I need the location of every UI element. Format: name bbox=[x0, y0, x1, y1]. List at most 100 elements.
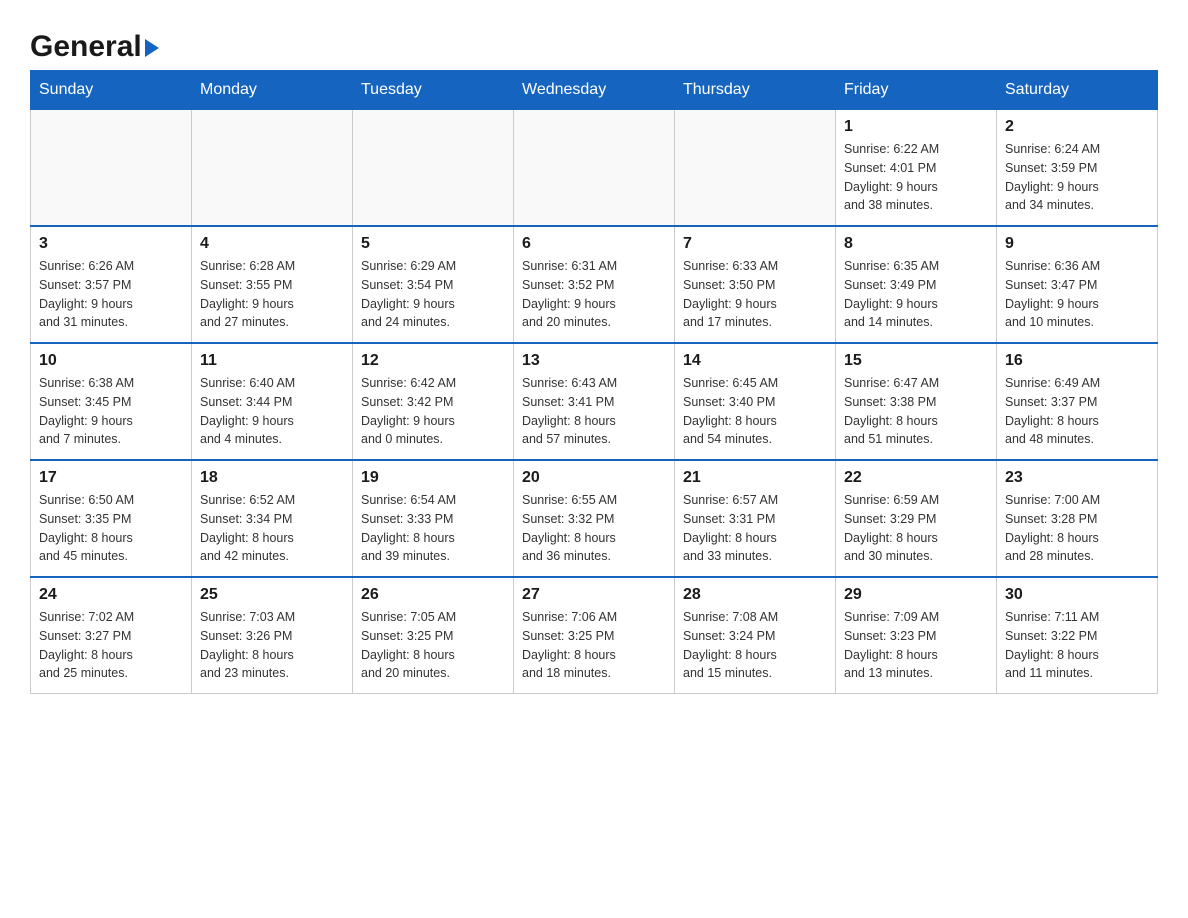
weekday-header-row: SundayMondayTuesdayWednesdayThursdayFrid… bbox=[31, 71, 1158, 110]
calendar-cell: 1 Sunrise: 6:22 AMSunset: 4:01 PMDaylight… bbox=[836, 110, 997, 227]
day-number: 9 bbox=[1005, 235, 1149, 253]
day-info: Sunrise: 7:02 AMSunset: 3:27 PMDaylight:… bbox=[39, 608, 183, 683]
day-number: 2 bbox=[1005, 118, 1149, 136]
day-info: Sunrise: 6:55 AMSunset: 3:32 PMDaylight:… bbox=[522, 491, 666, 566]
day-number: 19 bbox=[361, 469, 505, 487]
day-number: 15 bbox=[844, 352, 988, 370]
calendar-cell: 11 Sunrise: 6:40 AMSunset: 3:44 PMDayligh… bbox=[192, 343, 353, 460]
calendar-cell: 28 Sunrise: 7:08 AMSunset: 3:24 PMDayligh… bbox=[675, 577, 836, 694]
day-info: Sunrise: 7:03 AMSunset: 3:26 PMDaylight:… bbox=[200, 608, 344, 683]
day-info: Sunrise: 6:43 AMSunset: 3:41 PMDaylight:… bbox=[522, 374, 666, 449]
day-info: Sunrise: 6:26 AMSunset: 3:57 PMDaylight:… bbox=[39, 257, 183, 332]
calendar-cell: 14 Sunrise: 6:45 AMSunset: 3:40 PMDayligh… bbox=[675, 343, 836, 460]
day-info: Sunrise: 6:29 AMSunset: 3:54 PMDaylight:… bbox=[361, 257, 505, 332]
day-info: Sunrise: 6:57 AMSunset: 3:31 PMDaylight:… bbox=[683, 491, 827, 566]
calendar-cell: 16 Sunrise: 6:49 AMSunset: 3:37 PMDayligh… bbox=[997, 343, 1158, 460]
calendar-cell bbox=[514, 110, 675, 227]
day-info: Sunrise: 6:42 AMSunset: 3:42 PMDaylight:… bbox=[361, 374, 505, 449]
day-info: Sunrise: 6:33 AMSunset: 3:50 PMDaylight:… bbox=[683, 257, 827, 332]
day-info: Sunrise: 6:52 AMSunset: 3:34 PMDaylight:… bbox=[200, 491, 344, 566]
logo: General bbox=[30, 20, 159, 60]
day-info: Sunrise: 6:31 AMSunset: 3:52 PMDaylight:… bbox=[522, 257, 666, 332]
day-number: 25 bbox=[200, 586, 344, 604]
day-info: Sunrise: 6:49 AMSunset: 3:37 PMDaylight:… bbox=[1005, 374, 1149, 449]
day-number: 8 bbox=[844, 235, 988, 253]
weekday-header-tuesday: Tuesday bbox=[353, 71, 514, 110]
day-info: Sunrise: 6:50 AMSunset: 3:35 PMDaylight:… bbox=[39, 491, 183, 566]
calendar-cell: 2 Sunrise: 6:24 AMSunset: 3:59 PMDaylight… bbox=[997, 110, 1158, 227]
day-info: Sunrise: 7:00 AMSunset: 3:28 PMDaylight:… bbox=[1005, 491, 1149, 566]
day-number: 7 bbox=[683, 235, 827, 253]
day-number: 30 bbox=[1005, 586, 1149, 604]
calendar-cell: 13 Sunrise: 6:43 AMSunset: 3:41 PMDayligh… bbox=[514, 343, 675, 460]
day-number: 22 bbox=[844, 469, 988, 487]
day-number: 20 bbox=[522, 469, 666, 487]
day-number: 13 bbox=[522, 352, 666, 370]
calendar-cell bbox=[675, 110, 836, 227]
day-number: 23 bbox=[1005, 469, 1149, 487]
day-number: 17 bbox=[39, 469, 183, 487]
day-number: 10 bbox=[39, 352, 183, 370]
day-info: Sunrise: 7:11 AMSunset: 3:22 PMDaylight:… bbox=[1005, 608, 1149, 683]
calendar-cell: 10Sunrise: 6:38 AMSunset: 3:45 PMDayligh… bbox=[31, 343, 192, 460]
calendar-cell: 17 Sunrise: 6:50 AMSunset: 3:35 PMDayligh… bbox=[31, 460, 192, 577]
calendar-cell: 26 Sunrise: 7:05 AMSunset: 3:25 PMDayligh… bbox=[353, 577, 514, 694]
calendar-cell bbox=[353, 110, 514, 227]
weekday-header-monday: Monday bbox=[192, 71, 353, 110]
day-number: 24 bbox=[39, 586, 183, 604]
day-number: 26 bbox=[361, 586, 505, 604]
calendar-cell: 18Sunrise: 6:52 AMSunset: 3:34 PMDayligh… bbox=[192, 460, 353, 577]
calendar-cell: 20 Sunrise: 6:55 AMSunset: 3:32 PMDayligh… bbox=[514, 460, 675, 577]
day-number: 27 bbox=[522, 586, 666, 604]
calendar-cell: 7 Sunrise: 6:33 AMSunset: 3:50 PMDaylight… bbox=[675, 226, 836, 343]
weekday-header-friday: Friday bbox=[836, 71, 997, 110]
calendar-cell: 15 Sunrise: 6:47 AMSunset: 3:38 PMDayligh… bbox=[836, 343, 997, 460]
calendar-cell: 25 Sunrise: 7:03 AMSunset: 3:26 PMDayligh… bbox=[192, 577, 353, 694]
day-info: Sunrise: 6:59 AMSunset: 3:29 PMDaylight:… bbox=[844, 491, 988, 566]
calendar-cell bbox=[31, 110, 192, 227]
day-number: 29 bbox=[844, 586, 988, 604]
calendar-cell: 12 Sunrise: 6:42 AMSunset: 3:42 PMDayligh… bbox=[353, 343, 514, 460]
day-info: Sunrise: 6:22 AMSunset: 4:01 PMDaylight:… bbox=[844, 140, 988, 215]
day-info: Sunrise: 7:05 AMSunset: 3:25 PMDaylight:… bbox=[361, 608, 505, 683]
day-info: Sunrise: 6:28 AMSunset: 3:55 PMDaylight:… bbox=[200, 257, 344, 332]
calendar-week-row: 17 Sunrise: 6:50 AMSunset: 3:35 PMDayligh… bbox=[31, 460, 1158, 577]
calendar-week-row: 24 Sunrise: 7:02 AMSunset: 3:27 PMDayligh… bbox=[31, 577, 1158, 694]
weekday-header-wednesday: Wednesday bbox=[514, 71, 675, 110]
logo-triangle-icon bbox=[145, 39, 159, 57]
weekday-header-thursday: Thursday bbox=[675, 71, 836, 110]
weekday-header-sunday: Sunday bbox=[31, 71, 192, 110]
page-header: General bbox=[30, 20, 1158, 60]
day-info: Sunrise: 7:06 AMSunset: 3:25 PMDaylight:… bbox=[522, 608, 666, 683]
day-info: Sunrise: 7:08 AMSunset: 3:24 PMDaylight:… bbox=[683, 608, 827, 683]
day-number: 16 bbox=[1005, 352, 1149, 370]
day-info: Sunrise: 6:24 AMSunset: 3:59 PMDaylight:… bbox=[1005, 140, 1149, 215]
day-number: 3 bbox=[39, 235, 183, 253]
calendar-cell: 30 Sunrise: 7:11 AMSunset: 3:22 PMDayligh… bbox=[997, 577, 1158, 694]
day-number: 5 bbox=[361, 235, 505, 253]
day-info: Sunrise: 6:40 AMSunset: 3:44 PMDaylight:… bbox=[200, 374, 344, 449]
day-info: Sunrise: 6:45 AMSunset: 3:40 PMDaylight:… bbox=[683, 374, 827, 449]
calendar-cell: 21 Sunrise: 6:57 AMSunset: 3:31 PMDayligh… bbox=[675, 460, 836, 577]
calendar-cell: 9Sunrise: 6:36 AMSunset: 3:47 PMDaylight… bbox=[997, 226, 1158, 343]
day-number: 28 bbox=[683, 586, 827, 604]
calendar-cell: 19Sunrise: 6:54 AMSunset: 3:33 PMDayligh… bbox=[353, 460, 514, 577]
calendar-cell: 22 Sunrise: 6:59 AMSunset: 3:29 PMDayligh… bbox=[836, 460, 997, 577]
day-number: 14 bbox=[683, 352, 827, 370]
day-number: 6 bbox=[522, 235, 666, 253]
calendar-cell: 5 Sunrise: 6:29 AMSunset: 3:54 PMDaylight… bbox=[353, 226, 514, 343]
calendar-table: SundayMondayTuesdayWednesdayThursdayFrid… bbox=[30, 70, 1158, 694]
calendar-cell: 3 Sunrise: 6:26 AMSunset: 3:57 PMDaylight… bbox=[31, 226, 192, 343]
day-info: Sunrise: 6:47 AMSunset: 3:38 PMDaylight:… bbox=[844, 374, 988, 449]
calendar-cell: 27 Sunrise: 7:06 AMSunset: 3:25 PMDayligh… bbox=[514, 577, 675, 694]
day-number: 12 bbox=[361, 352, 505, 370]
calendar-week-row: 3 Sunrise: 6:26 AMSunset: 3:57 PMDaylight… bbox=[31, 226, 1158, 343]
calendar-cell: 4 Sunrise: 6:28 AMSunset: 3:55 PMDaylight… bbox=[192, 226, 353, 343]
calendar-week-row: 10Sunrise: 6:38 AMSunset: 3:45 PMDayligh… bbox=[31, 343, 1158, 460]
day-info: Sunrise: 6:35 AMSunset: 3:49 PMDaylight:… bbox=[844, 257, 988, 332]
day-info: Sunrise: 7:09 AMSunset: 3:23 PMDaylight:… bbox=[844, 608, 988, 683]
day-number: 1 bbox=[844, 118, 988, 136]
day-number: 4 bbox=[200, 235, 344, 253]
day-number: 11 bbox=[200, 352, 344, 370]
day-number: 21 bbox=[683, 469, 827, 487]
